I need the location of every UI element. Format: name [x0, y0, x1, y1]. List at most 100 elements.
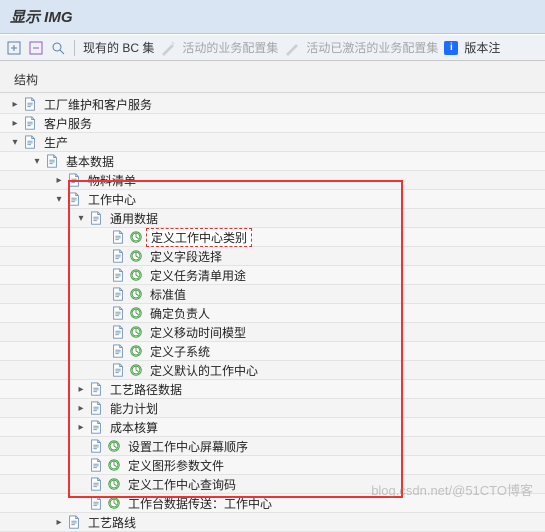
existing-bc-button[interactable]: 现有的 BC 集 [83, 39, 154, 56]
indent [8, 313, 96, 314]
document-icon[interactable] [110, 362, 126, 378]
document-icon[interactable] [88, 381, 104, 397]
tree-item-label[interactable]: 工厂维护和客户服务 [40, 96, 152, 113]
tree-item-label[interactable]: 定义图形参数文件 [124, 457, 224, 474]
tree-item-label[interactable]: 工艺路径数据 [106, 381, 182, 398]
activity-activated-config-button[interactable]: 活动已激活的业务配置集 [306, 39, 438, 56]
execute-icon[interactable] [106, 438, 122, 454]
document-icon[interactable] [110, 229, 126, 245]
tree-item-label[interactable]: 确定负责人 [146, 305, 210, 322]
tree-row[interactable]: ▾ 工作中心 [0, 190, 545, 209]
find-icon[interactable] [50, 40, 66, 56]
tree-row[interactable]: •定义图形参数文件 [0, 456, 545, 475]
tree-row[interactable]: •定义工作中心类别 [0, 228, 545, 247]
tree-item-label[interactable]: 定义默认的工作中心 [146, 362, 258, 379]
tree-row[interactable]: ▸ 工艺路径数据 [0, 380, 545, 399]
tree-item-label[interactable]: 通用数据 [106, 210, 158, 227]
tree-item-label[interactable]: 工艺路线 [84, 514, 136, 531]
expand-all-icon[interactable] [6, 40, 22, 56]
tree-item-label[interactable]: 定义任务清单用途 [146, 267, 246, 284]
wand-icon-2[interactable] [284, 40, 300, 56]
tree-row[interactable]: •定义移动时间模型 [0, 323, 545, 342]
tree-row[interactable]: •标准值 [0, 285, 545, 304]
document-icon[interactable] [44, 153, 60, 169]
execute-icon[interactable] [128, 248, 144, 264]
execute-icon[interactable] [128, 343, 144, 359]
tree-item-label[interactable]: 定义工作中心查询码 [124, 476, 236, 493]
toolbar-separator [74, 40, 75, 56]
tree-row[interactable]: ▸ 能力计划 [0, 399, 545, 418]
document-icon[interactable] [110, 305, 126, 321]
expand-icon[interactable]: ▸ [8, 116, 22, 130]
document-icon[interactable] [88, 457, 104, 473]
execute-icon[interactable] [106, 476, 122, 492]
tree-row[interactable]: ▸ 工厂维护和客户服务 [0, 95, 545, 114]
tree-item-label[interactable]: 成本核算 [106, 419, 158, 436]
document-icon[interactable] [88, 400, 104, 416]
tree-row[interactable]: •定义默认的工作中心 [0, 361, 545, 380]
document-icon[interactable] [66, 514, 82, 530]
document-icon[interactable] [22, 96, 38, 112]
indent [8, 332, 96, 333]
document-icon[interactable] [110, 248, 126, 264]
tree-item-label[interactable]: 标准值 [146, 286, 186, 303]
execute-icon[interactable] [128, 229, 144, 245]
tree-row[interactable]: •设置工作中心屏幕顺序 [0, 437, 545, 456]
tree-row[interactable]: ▸ 工艺路线 [0, 513, 545, 532]
tree-item-label[interactable]: 设置工作中心屏幕顺序 [124, 438, 248, 455]
collapse-icon[interactable]: ▾ [74, 211, 88, 225]
document-icon[interactable] [22, 134, 38, 150]
execute-icon[interactable] [128, 267, 144, 283]
execute-icon[interactable] [128, 286, 144, 302]
expand-icon[interactable]: ▸ [8, 97, 22, 111]
document-icon[interactable] [88, 419, 104, 435]
tree-row[interactable]: ▾ 基本数据 [0, 152, 545, 171]
tree-item-label[interactable]: 物料清单 [84, 172, 136, 189]
document-icon[interactable] [88, 210, 104, 226]
expand-icon[interactable]: ▸ [74, 420, 88, 434]
expand-icon[interactable]: ▸ [52, 173, 66, 187]
wand-icon[interactable] [160, 40, 176, 56]
document-icon[interactable] [66, 172, 82, 188]
tree-item-label[interactable]: 客户服务 [40, 115, 92, 132]
tree-row[interactable]: ▸ 物料清单 [0, 171, 545, 190]
document-icon[interactable] [110, 286, 126, 302]
activity-config-button[interactable]: 活动的业务配置集 [182, 39, 278, 56]
tree-item-label[interactable]: 定义移动时间模型 [146, 324, 246, 341]
tree-row[interactable]: •定义任务清单用途 [0, 266, 545, 285]
tree-item-label[interactable]: 定义字段选择 [146, 248, 222, 265]
tree-row[interactable]: ▸ 成本核算 [0, 418, 545, 437]
tree-row[interactable]: ▾ 生产 [0, 133, 545, 152]
tree-item-label[interactable]: 生产 [40, 134, 68, 151]
document-icon[interactable] [110, 343, 126, 359]
collapse-icon[interactable]: ▾ [52, 192, 66, 206]
collapse-icon[interactable]: ▾ [30, 154, 44, 168]
expand-icon[interactable]: ▸ [74, 382, 88, 396]
expand-icon[interactable]: ▸ [52, 515, 66, 529]
document-icon[interactable] [88, 476, 104, 492]
document-icon[interactable] [110, 324, 126, 340]
tree-item-label[interactable]: 能力计划 [106, 400, 158, 417]
tree-item-label[interactable]: 基本数据 [62, 153, 114, 170]
document-icon[interactable] [22, 115, 38, 131]
document-icon[interactable] [88, 438, 104, 454]
expand-icon[interactable]: ▸ [74, 401, 88, 415]
collapse-icon[interactable]: ▾ [8, 135, 22, 149]
info-icon[interactable]: i [444, 41, 458, 55]
tree-row[interactable]: ▸ 客户服务 [0, 114, 545, 133]
document-icon[interactable] [110, 267, 126, 283]
tree-row[interactable]: ▾ 通用数据 [0, 209, 545, 228]
tree-row[interactable]: •确定负责人 [0, 304, 545, 323]
document-icon[interactable] [66, 191, 82, 207]
tree-row[interactable]: •定义子系统 [0, 342, 545, 361]
execute-icon[interactable] [128, 324, 144, 340]
execute-icon[interactable] [106, 457, 122, 473]
execute-icon[interactable] [128, 305, 144, 321]
version-info-button[interactable]: 版本注 [464, 39, 500, 56]
execute-icon[interactable] [128, 362, 144, 378]
tree-item-label[interactable]: 定义工作中心类别 [146, 228, 252, 247]
collapse-all-icon[interactable] [28, 40, 44, 56]
tree-item-label[interactable]: 定义子系统 [146, 343, 210, 360]
tree-row[interactable]: •定义字段选择 [0, 247, 545, 266]
tree-item-label[interactable]: 工作中心 [84, 191, 136, 208]
